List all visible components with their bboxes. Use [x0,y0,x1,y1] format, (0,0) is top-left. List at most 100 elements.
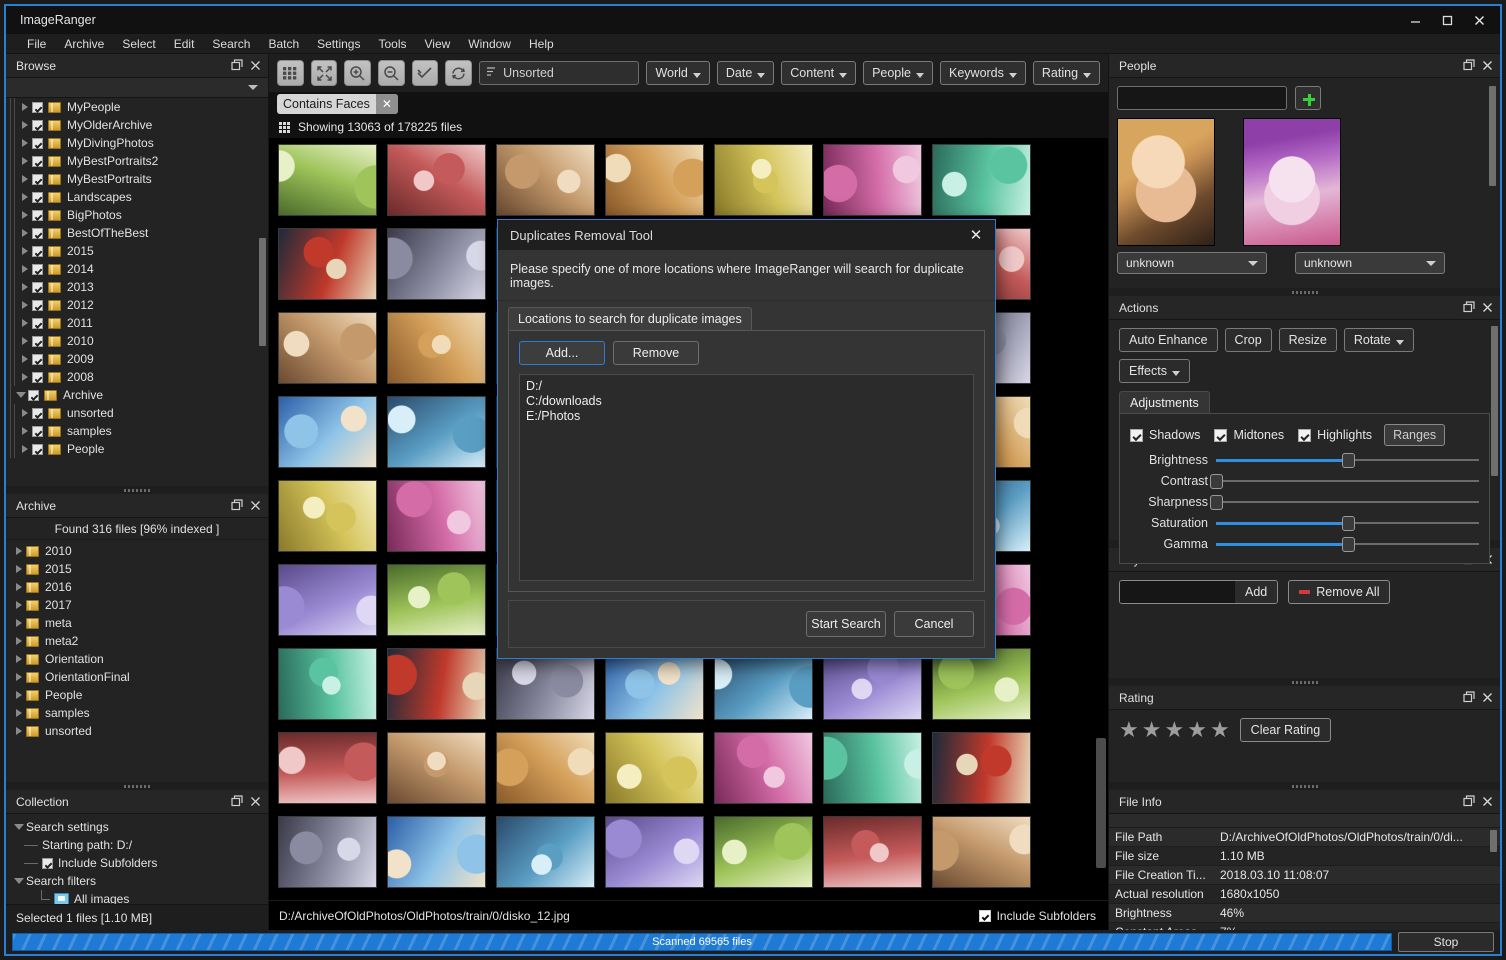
chevron-right-icon[interactable] [18,427,32,435]
menu-item-batch[interactable]: Batch [259,34,308,54]
close-icon[interactable] [246,57,264,75]
thumbnail-cell[interactable] [927,810,1036,894]
thumbnail-cell[interactable] [600,810,709,894]
float-icon[interactable] [1460,299,1478,317]
thumbnail-cell[interactable] [491,726,600,810]
close-icon[interactable] [1478,689,1496,707]
float-icon[interactable] [1460,57,1478,75]
ranges-button[interactable]: Ranges [1384,424,1446,446]
folder-checkbox[interactable] [32,227,43,239]
thumbnail-cell[interactable] [382,138,491,222]
menu-item-archive[interactable]: Archive [55,34,113,54]
menu-item-file[interactable]: File [18,34,55,54]
folder-checkbox[interactable] [32,353,43,365]
thumbnail-cell[interactable] [273,138,382,222]
splitter-handle[interactable] [1109,678,1500,686]
close-icon[interactable] [246,497,264,515]
remove-all-keywords-button[interactable]: Remove All [1288,580,1391,604]
chevron-right-icon[interactable] [12,547,26,555]
clear-rating-button[interactable]: Clear Rating [1239,718,1332,742]
stop-button[interactable]: Stop [1398,932,1494,952]
archive-tree-item[interactable]: meta2 [6,632,268,650]
select-all-icon[interactable] [411,60,439,86]
browse-tree-item[interactable]: MyBestPortraits2 [6,152,268,170]
chevron-right-icon[interactable] [12,673,26,681]
chevron-down-icon[interactable] [14,392,28,398]
thumbnail-cell[interactable] [382,390,491,474]
menu-item-window[interactable]: Window [459,34,520,54]
include-subfolders-toggle[interactable]: Include Subfolders [978,909,1096,923]
thumbnail-cell[interactable] [382,810,491,894]
archive-tree-item[interactable]: OrientationFinal [6,668,268,686]
splitter-handle[interactable] [1109,782,1500,790]
zoom-out-icon[interactable] [378,60,405,86]
thumbnail-cell[interactable] [382,474,491,558]
chevron-right-icon[interactable] [18,373,32,381]
rating-stars[interactable]: ★ ★ ★ ★ ★ [1119,719,1230,741]
face-thumbnail[interactable] [1117,118,1215,246]
chevron-right-icon[interactable] [18,175,32,183]
browse-tree-item[interactable]: 2012 [6,296,268,314]
chevron-right-icon[interactable] [12,565,26,573]
chevron-right-icon[interactable] [18,103,32,111]
archive-tree-item[interactable]: 2015 [6,560,268,578]
folder-checkbox[interactable] [32,101,43,113]
face-name-select-2[interactable]: unknown [1295,252,1445,274]
thumbnail-cell[interactable] [818,810,927,894]
chevron-right-icon[interactable] [18,301,32,309]
archive-tree[interactable]: 2010 2015 2016 2017 meta meta2 Orientation Orie… [6,540,268,782]
slider-brightness[interactable] [1216,452,1479,468]
chevron-right-icon[interactable] [18,319,32,327]
crop-button[interactable]: Crop [1224,328,1272,352]
close-icon[interactable] [1478,57,1496,75]
browse-tree-item[interactable]: 2013 [6,278,268,296]
float-icon[interactable] [1460,689,1478,707]
archive-tree-item[interactable]: People [6,686,268,704]
folder-checkbox[interactable] [32,281,43,293]
remove-filter-icon[interactable]: ✕ [375,94,398,114]
archive-tree-item[interactable]: 2010 [6,542,268,560]
close-icon[interactable]: ✕ [965,224,987,246]
close-icon[interactable] [1478,793,1496,811]
chevron-right-icon[interactable] [12,619,26,627]
chevron-right-icon[interactable] [18,121,32,129]
folder-checkbox[interactable] [32,407,43,419]
thumbnail-cell[interactable] [600,726,709,810]
chevron-right-icon[interactable] [18,283,32,291]
browse-tree-item[interactable]: samples [6,422,268,440]
zoom-in-icon[interactable] [344,60,372,86]
actions-scrollbar[interactable] [1491,326,1498,476]
slider-saturation[interactable] [1216,515,1479,531]
thumbnail-cell[interactable] [818,894,927,900]
close-icon[interactable] [246,793,264,811]
keyword-input-group[interactable]: Add [1119,580,1279,604]
browse-tree[interactable]: MyPeople MyOlderArchive MyDivingPhotos MyBe… [6,98,268,486]
chevron-right-icon[interactable] [18,211,32,219]
folder-checkbox[interactable] [32,371,43,383]
browse-tree-item[interactable]: MyPeople [6,98,268,116]
collection-tree[interactable]: Search settings Starting path: D:/ Inclu… [6,814,268,904]
chevron-right-icon[interactable] [12,655,26,663]
slider-contrast[interactable] [1210,473,1479,489]
collection-node-all-images[interactable]: All images [6,890,268,904]
thumbnail-cell[interactable] [927,138,1036,222]
folder-checkbox[interactable] [32,155,43,167]
browse-tree-item[interactable]: MyDivingPhotos [6,134,268,152]
thumbnail-cell[interactable] [382,222,491,306]
chevron-right-icon[interactable] [18,193,32,201]
chevron-right-icon[interactable] [12,601,26,609]
close-icon[interactable] [1464,8,1494,32]
locations-list[interactable]: D:/C:/downloads E:/Photos [519,374,974,581]
menu-item-edit[interactable]: Edit [165,34,204,54]
shadows-checkbox[interactable] [1130,428,1143,442]
folder-checkbox[interactable] [32,317,43,329]
splitter-handle[interactable] [1109,288,1500,296]
browse-tree-item[interactable]: 2015 [6,242,268,260]
location-list-item[interactable]: C:/downloads [526,394,967,409]
folder-checkbox[interactable] [32,425,43,437]
thumbnail-scrollbar[interactable] [1096,738,1106,868]
browse-tree-item[interactable]: People [6,440,268,458]
archive-tree-item[interactable]: samples [6,704,268,722]
filter-date-button[interactable]: Date [716,61,775,85]
file-info-scrollbar[interactable] [1490,830,1497,852]
